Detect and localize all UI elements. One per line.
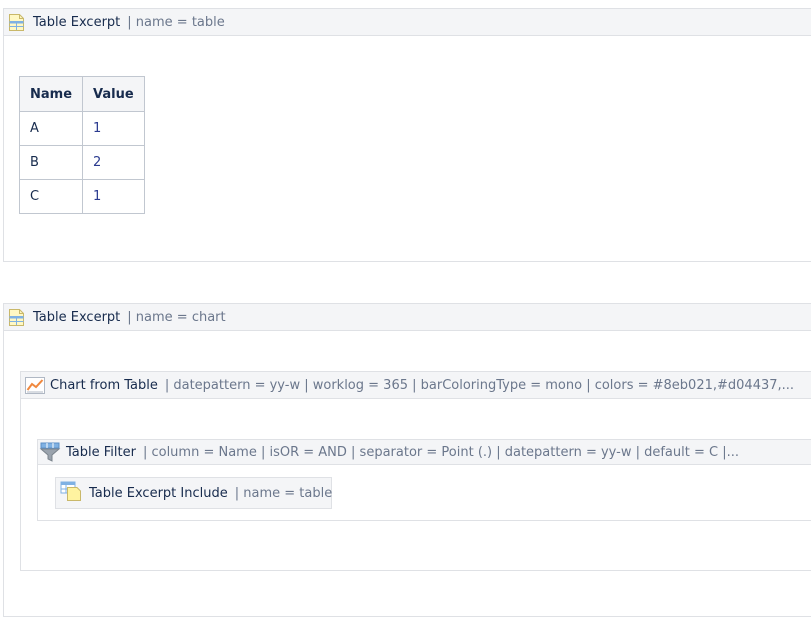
macro-params: | name = chart [127,309,226,325]
table-excerpt-icon [8,13,25,32]
table-excerpt-macro[interactable]: Table Excerpt | name = chart Chart from … [3,303,811,617]
macro-title: Table Excerpt [33,309,121,325]
macro-header[interactable]: Chart from Table | datepattern = yy-w | … [21,372,811,399]
macro-title: Table Filter [66,444,136,460]
table-header-row: Name Value [18,76,145,112]
table-cell: A [18,111,84,146]
table-cell: B [18,145,84,180]
funnel-icon [39,442,61,462]
macro-title: Chart from Table [50,377,158,393]
chart-from-table-macro[interactable]: Chart from Table | datepattern = yy-w | … [20,371,811,571]
macro-header[interactable]: Table Excerpt | name = chart [4,304,811,331]
table-cell: 2 [82,145,145,180]
table-cell: 1 [82,111,145,146]
table-row: B 2 [18,145,145,180]
table-excerpt-icon [8,308,25,327]
column-header-value[interactable]: Value [82,76,145,112]
macro-header[interactable]: Table Filter | column = Name | isOR = AN… [38,440,811,465]
macro-params: | name = table [127,14,225,30]
macro-header[interactable]: Table Excerpt | name = table [4,9,811,36]
macro-title: Table Excerpt Include [89,485,228,501]
table-row: C 1 [18,179,145,214]
table-cell: 1 [82,179,145,214]
chart-icon [25,376,45,394]
table-cell: C [18,179,84,214]
table-filter-macro[interactable]: Table Filter | column = Name | isOR = AN… [37,439,811,521]
table-excerpt-include-icon [60,481,82,505]
macro-params: | column = Name | isOR = AND | separator… [142,444,739,460]
column-header-name[interactable]: Name [18,76,84,112]
table-excerpt-include-macro[interactable]: Table Excerpt Include | name = table [55,477,332,509]
macro-params: | datepattern = yy-w | worklog = 365 | b… [164,377,795,393]
macro-title: Table Excerpt [33,14,121,30]
table-row: A 1 [18,111,145,146]
data-table: Name Value A 1 B 2 C 1 [18,76,145,214]
macro-params: | name = table [234,485,333,501]
table-excerpt-macro[interactable]: Table Excerpt | name = table Name Value … [3,8,811,262]
